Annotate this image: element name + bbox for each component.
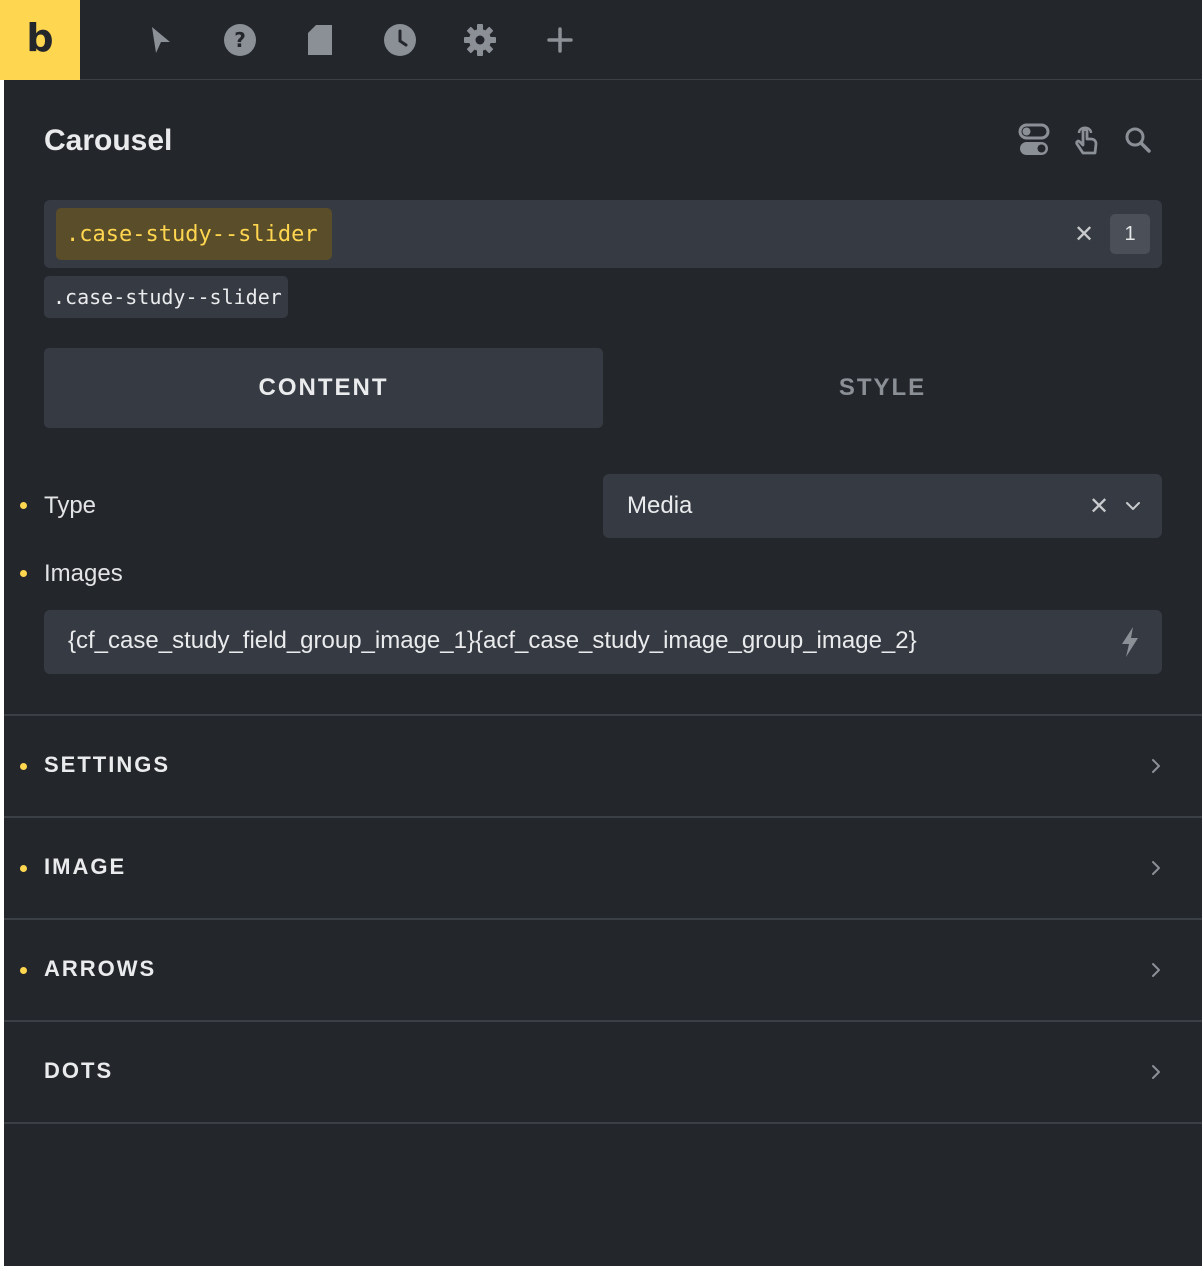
modified-indicator <box>20 763 27 770</box>
images-label: Images <box>44 560 123 587</box>
active-class-chip[interactable]: .case-study--slider <box>56 208 332 260</box>
type-label: Type <box>44 492 97 519</box>
section-image[interactable]: IMAGE <box>4 816 1202 918</box>
pointer-hand-icon[interactable] <box>1068 122 1104 158</box>
section-title: ARROWS <box>44 956 157 981</box>
class-count-badge[interactable]: 1 <box>1110 214 1150 254</box>
element-title: Carousel <box>44 124 173 157</box>
clear-type-button[interactable]: ✕ <box>1084 490 1114 522</box>
type-select-value: Media <box>627 492 693 519</box>
section-title: IMAGE <box>44 854 127 879</box>
plus-icon[interactable] <box>540 20 580 60</box>
images-input[interactable]: {cf_case_study_field_group_image_1}{acf_… <box>44 610 1162 674</box>
chevron-right-icon <box>1146 854 1166 882</box>
modified-indicator <box>20 502 27 509</box>
section-divider <box>4 1122 1202 1124</box>
cursor-icon[interactable] <box>140 20 180 60</box>
modified-indicator <box>20 570 27 577</box>
dynamic-data-icon[interactable] <box>1114 624 1146 660</box>
modified-indicator <box>20 967 27 974</box>
modified-indicator <box>20 865 27 872</box>
svg-text:?: ? <box>234 28 246 52</box>
chevron-right-icon <box>1146 752 1166 780</box>
top-toolbar: b ? <box>0 0 1202 80</box>
chevron-down-icon[interactable] <box>1118 490 1148 522</box>
section-dots[interactable]: DOTS <box>4 1020 1202 1122</box>
gear-icon[interactable] <box>460 20 500 60</box>
class-chip[interactable]: .case-study--slider <box>44 276 288 318</box>
section-title: SETTINGS <box>44 752 171 777</box>
tab-style[interactable]: STYLE <box>603 348 1162 428</box>
clear-class-button[interactable]: ✕ <box>1068 218 1100 250</box>
tab-content[interactable]: CONTENT <box>44 348 603 428</box>
section-arrows[interactable]: ARROWS <box>4 918 1202 1020</box>
class-selector[interactable]: .case-study--slider ✕ 1 <box>44 200 1162 268</box>
section-title: DOTS <box>44 1058 114 1083</box>
search-icon[interactable] <box>1120 122 1156 158</box>
type-select[interactable]: Media ✕ <box>603 474 1162 538</box>
images-value: {cf_case_study_field_group_image_1}{acf_… <box>68 627 917 654</box>
page-icon[interactable] <box>300 20 340 60</box>
element-panel: Carousel .case-study--slider ✕ 1 .case-s… <box>4 80 1202 1266</box>
section-settings[interactable]: SETTINGS <box>4 714 1202 816</box>
history-icon[interactable] <box>380 20 420 60</box>
toggle-icon[interactable] <box>1016 122 1052 158</box>
chevron-right-icon <box>1146 1058 1166 1086</box>
chevron-right-icon <box>1146 956 1166 984</box>
app-logo[interactable]: b <box>0 0 80 80</box>
help-icon[interactable]: ? <box>220 20 260 60</box>
